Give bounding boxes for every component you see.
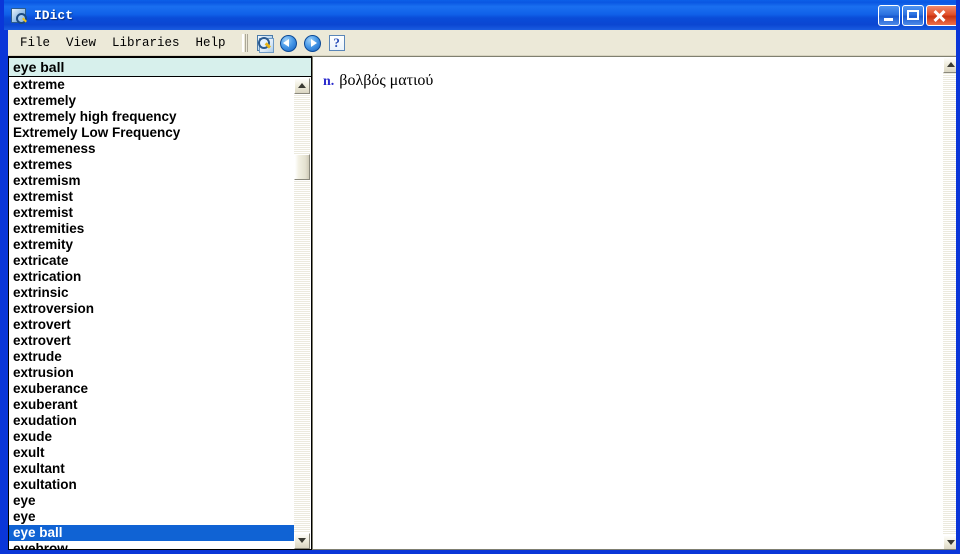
word-list-frame: extreme extremely extremely high frequency… [8, 77, 312, 550]
lookup-icon[interactable] [254, 32, 276, 54]
list-item[interactable]: extremes [9, 157, 295, 173]
list-item[interactable]: extremist [9, 205, 295, 221]
menu-item-view[interactable]: View [58, 33, 104, 53]
minimize-button[interactable] [878, 4, 900, 26]
list-item[interactable]: extrication [9, 269, 295, 285]
definition-scroll-up-button[interactable] [943, 57, 956, 73]
list-item[interactable]: exultation [9, 477, 295, 493]
client-area: extremeextremelyextremely high frequency… [8, 56, 956, 550]
definition-scroll-down-button[interactable] [943, 535, 956, 549]
title-bar[interactable]: IDict [4, 0, 956, 30]
list-item[interactable]: exuberance [9, 381, 295, 397]
scroll-thumb[interactable] [294, 154, 310, 180]
definition-text: βολβός ματιού [339, 72, 434, 89]
list-item[interactable]: extremeness [9, 141, 295, 157]
help-icon[interactable]: ? [326, 32, 348, 54]
list-item[interactable]: extricate [9, 253, 295, 269]
scroll-up-button[interactable] [294, 78, 310, 94]
search-input[interactable] [8, 56, 312, 77]
search-row [8, 56, 312, 77]
list-item[interactable]: extremities [9, 221, 295, 237]
list-item[interactable]: eye ball [9, 525, 295, 541]
list-item[interactable]: extrovert [9, 333, 295, 349]
close-button[interactable] [926, 4, 956, 26]
definition-entry: n. βολβός ματιού [323, 71, 930, 92]
menu-bar: File View Libraries Help ? [8, 30, 956, 56]
list-item[interactable]: exuberant [9, 397, 295, 413]
window-controls [878, 4, 956, 26]
scroll-down-button[interactable] [294, 533, 310, 549]
dictionary-book-icon [10, 6, 28, 24]
list-item[interactable]: extremism [9, 173, 295, 189]
list-item[interactable]: extremely high frequency [9, 109, 295, 125]
list-item[interactable]: extrude [9, 349, 295, 365]
toolbar-grip[interactable] [241, 33, 248, 52]
list-item[interactable]: exultant [9, 461, 295, 477]
window-title: IDict [34, 7, 74, 23]
list-item[interactable]: extremity [9, 237, 295, 253]
definition-scrollbar[interactable] [943, 57, 956, 549]
list-item[interactable]: extreme [9, 77, 295, 93]
application-window: IDict File View Libraries Help ? eye bal… [0, 0, 960, 554]
definition-content: n. βολβός ματιού [313, 57, 942, 549]
list-item[interactable]: extremely [9, 93, 295, 109]
list-item[interactable]: exudation [9, 413, 295, 429]
word-list-scrollbar[interactable] [294, 78, 310, 549]
maximize-button[interactable] [902, 4, 924, 26]
list-item[interactable]: exude [9, 429, 295, 445]
list-item[interactable]: eye [9, 509, 295, 525]
word-list[interactable]: extreme extremely extremely high frequency… [9, 77, 295, 549]
list-item[interactable]: eyebrow [9, 541, 295, 549]
back-icon[interactable] [278, 32, 300, 54]
list-item[interactable]: extrovert [9, 317, 295, 333]
list-item[interactable]: Extremely Low Frequency [9, 125, 295, 141]
definition-pane: n. βολβός ματιού [312, 56, 956, 550]
part-of-speech-label: n. [323, 74, 335, 89]
help-question-glyph: ? [328, 34, 345, 51]
list-item[interactable]: exult [9, 445, 295, 461]
menu-item-help[interactable]: Help [188, 33, 234, 53]
menu-item-file[interactable]: File [12, 33, 58, 53]
list-item[interactable]: eye [9, 493, 295, 509]
forward-icon[interactable] [302, 32, 324, 54]
list-item[interactable]: extroversion [9, 301, 295, 317]
list-item[interactable]: extrusion [9, 365, 295, 381]
list-item[interactable]: extrinsic [9, 285, 295, 301]
menu-item-libraries[interactable]: Libraries [104, 33, 188, 53]
list-item[interactable]: extremist [9, 189, 295, 205]
word-list-pane: extremeextremelyextremely high frequency… [8, 56, 312, 550]
